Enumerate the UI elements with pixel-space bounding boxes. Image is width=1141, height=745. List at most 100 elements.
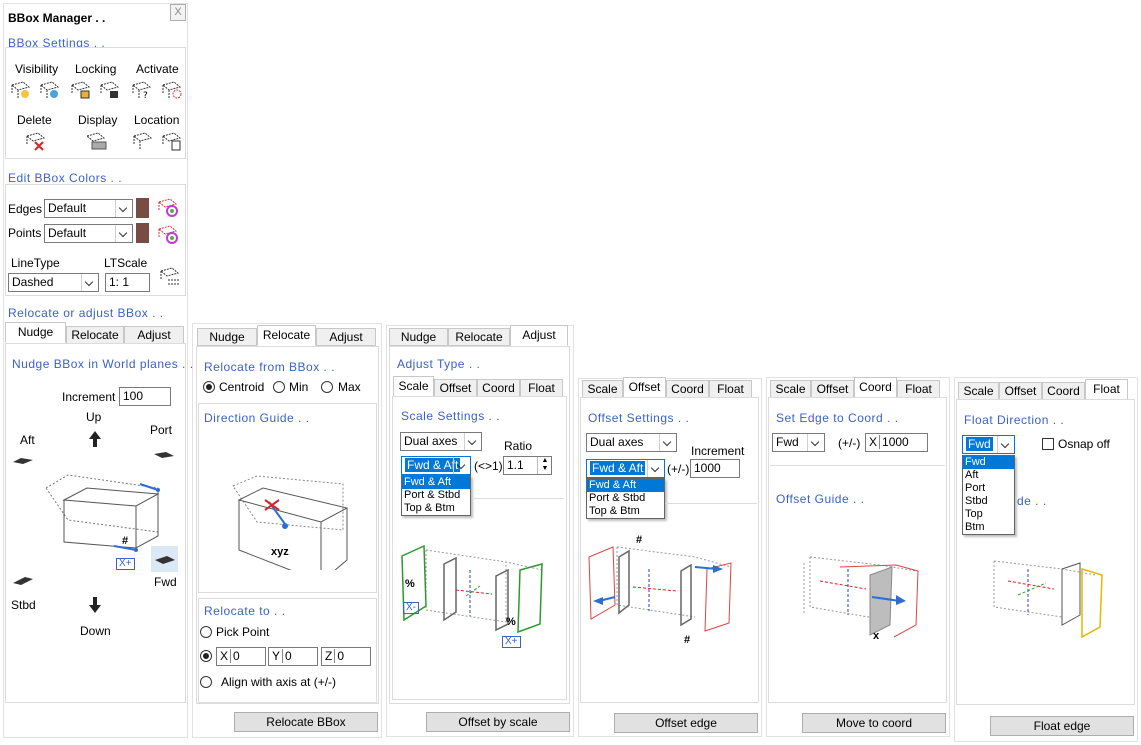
offset-direction-select[interactable]: Fwd & Aft — [586, 459, 665, 478]
dropdown-option[interactable]: Aft — [963, 469, 1014, 482]
subtab-float[interactable]: Float — [709, 380, 752, 398]
osnap-off-checkbox[interactable] — [1042, 438, 1054, 450]
subtab-scale[interactable]: Scale — [393, 376, 434, 397]
dropdown-option[interactable]: Top & Btm — [587, 505, 664, 518]
offset-mode-select[interactable]: Dual axes — [586, 433, 677, 452]
max-radio[interactable] — [321, 381, 333, 393]
pick-point-radio[interactable] — [200, 626, 212, 638]
y-field[interactable]: Y0 — [268, 647, 318, 666]
dropdown-option[interactable]: Fwd — [963, 456, 1014, 469]
port-label: Port — [150, 423, 173, 437]
pct-left-label: % — [405, 578, 415, 590]
increment-label: Increment — [691, 444, 745, 458]
dropdown-option[interactable]: Port — [963, 482, 1014, 495]
nudge-port-button[interactable] — [152, 444, 176, 466]
subtab-coord[interactable]: Coord — [1042, 382, 1085, 400]
coord-radio[interactable] — [200, 650, 212, 662]
subtab-float[interactable]: Float — [897, 380, 940, 398]
float-direction-select[interactable]: Fwd — [962, 435, 1015, 454]
tab-relocate[interactable]: Relocate — [257, 325, 316, 346]
centroid-radio[interactable] — [203, 381, 215, 393]
subtab-coord[interactable]: Coord — [477, 379, 520, 397]
location-info-icon[interactable] — [160, 130, 184, 152]
relocate-bbox-button[interactable]: Relocate BBox — [234, 712, 378, 732]
nudge-aft-button[interactable] — [11, 450, 35, 472]
linetype-select[interactable]: Dashed — [8, 273, 99, 292]
subtab-float[interactable]: Float — [1085, 379, 1128, 400]
offset-increment-input[interactable]: 1000 — [690, 459, 740, 478]
z-field[interactable]: Z0 — [321, 647, 371, 666]
scale-direction-select[interactable]: Fwd & Aft — [401, 456, 471, 475]
points-color-picker-icon[interactable] — [156, 223, 180, 245]
subtab-scale[interactable]: Scale — [958, 382, 999, 400]
location-icon[interactable] — [131, 130, 155, 152]
points-color-swatch[interactable] — [136, 223, 149, 243]
activate-icon[interactable] — [160, 79, 184, 101]
ratio-spinner[interactable]: ▲ ▼ — [537, 457, 552, 474]
scale-mode-select[interactable]: Dual axes — [400, 432, 482, 451]
tab-relocate[interactable]: Relocate — [66, 326, 124, 344]
subtab-offset[interactable]: Offset — [999, 382, 1042, 400]
tab-relocate[interactable]: Relocate — [448, 328, 510, 346]
linetype-apply-icon[interactable] — [158, 265, 182, 287]
nudge-stbd-button[interactable] — [11, 569, 35, 591]
edges-color-picker-icon[interactable] — [156, 196, 180, 218]
subtab-float[interactable]: Float — [520, 379, 563, 397]
nudge-down-button[interactable] — [83, 594, 107, 616]
xplus-badge: X+ — [116, 558, 135, 570]
tab-adjust[interactable]: Adjust — [510, 325, 568, 346]
dropdown-option[interactable]: Btm — [963, 521, 1014, 534]
dropdown-option[interactable]: Fwd & Aft — [587, 479, 664, 492]
tab-nudge[interactable]: Nudge — [5, 322, 66, 343]
edges-label: Edges — [8, 202, 43, 216]
coord-direction-select[interactable]: Fwd — [772, 433, 825, 452]
unlock-icon[interactable] — [98, 79, 122, 101]
dropdown-option[interactable]: Port & Stbd — [402, 489, 470, 502]
offset-settings-heading: Offset Settings . . — [588, 411, 690, 425]
tab-nudge[interactable]: Nudge — [389, 328, 448, 346]
subtab-offset[interactable]: Offset — [811, 380, 854, 398]
edges-select[interactable]: Default — [44, 199, 133, 218]
offset-by-scale-button[interactable]: Offset by scale — [426, 712, 570, 732]
z-value: 0 — [334, 649, 345, 663]
tab-adjust[interactable]: Adjust — [316, 328, 376, 346]
dropdown-option[interactable]: Fwd & Aft — [402, 476, 470, 489]
ltscale-field[interactable]: 1: 1 — [105, 273, 150, 292]
dropdown-option[interactable]: Port & Stbd — [587, 492, 664, 505]
min-radio[interactable] — [273, 381, 285, 393]
nudge-up-button[interactable] — [83, 428, 107, 450]
dropdown-option[interactable]: Top & Btm — [402, 502, 470, 515]
move-to-coord-button[interactable]: Move to coord — [802, 713, 946, 733]
offset-mode-value: Dual axes — [590, 435, 644, 449]
float-edge-button[interactable]: Float edge — [990, 716, 1134, 736]
align-axis-radio[interactable] — [200, 676, 212, 688]
offset-edge-button[interactable]: Offset edge — [614, 713, 758, 733]
visibility-off-icon[interactable] — [38, 79, 62, 101]
x-field[interactable]: X0 — [216, 647, 266, 666]
offset-direction-value: Fwd & Aft — [590, 461, 646, 475]
subtab-scale[interactable]: Scale — [582, 380, 623, 398]
dropdown-option[interactable]: Stbd — [963, 495, 1014, 508]
dropdown-option[interactable]: Top — [963, 508, 1014, 521]
subtab-coord[interactable]: Coord — [854, 377, 897, 398]
coord-input[interactable]: X 1000 — [865, 433, 928, 452]
points-select[interactable]: Default — [44, 224, 133, 243]
down-label: Down — [80, 624, 111, 638]
subtab-coord[interactable]: Coord — [666, 380, 709, 398]
delete-icon[interactable] — [24, 130, 48, 152]
visibility-on-icon[interactable] — [9, 79, 33, 101]
nudge-fwd-button[interactable] — [151, 546, 178, 572]
relocate-adjust-heading: Relocate or adjust BBox . . — [8, 306, 164, 320]
subtab-scale[interactable]: Scale — [770, 380, 811, 398]
hash-top-marker: # — [636, 534, 643, 546]
edges-color-swatch[interactable] — [136, 198, 149, 218]
display-icon[interactable] — [84, 130, 108, 152]
lock-icon[interactable] — [69, 79, 93, 101]
activate-query-icon[interactable]: ? — [130, 79, 154, 101]
tab-adjust[interactable]: Adjust — [124, 326, 184, 344]
tab-nudge[interactable]: Nudge — [197, 328, 257, 346]
increment-input[interactable]: 100 — [119, 387, 171, 406]
subtab-offset[interactable]: Offset — [623, 377, 666, 398]
close-button[interactable]: X — [170, 4, 186, 21]
subtab-offset[interactable]: Offset — [434, 379, 477, 397]
